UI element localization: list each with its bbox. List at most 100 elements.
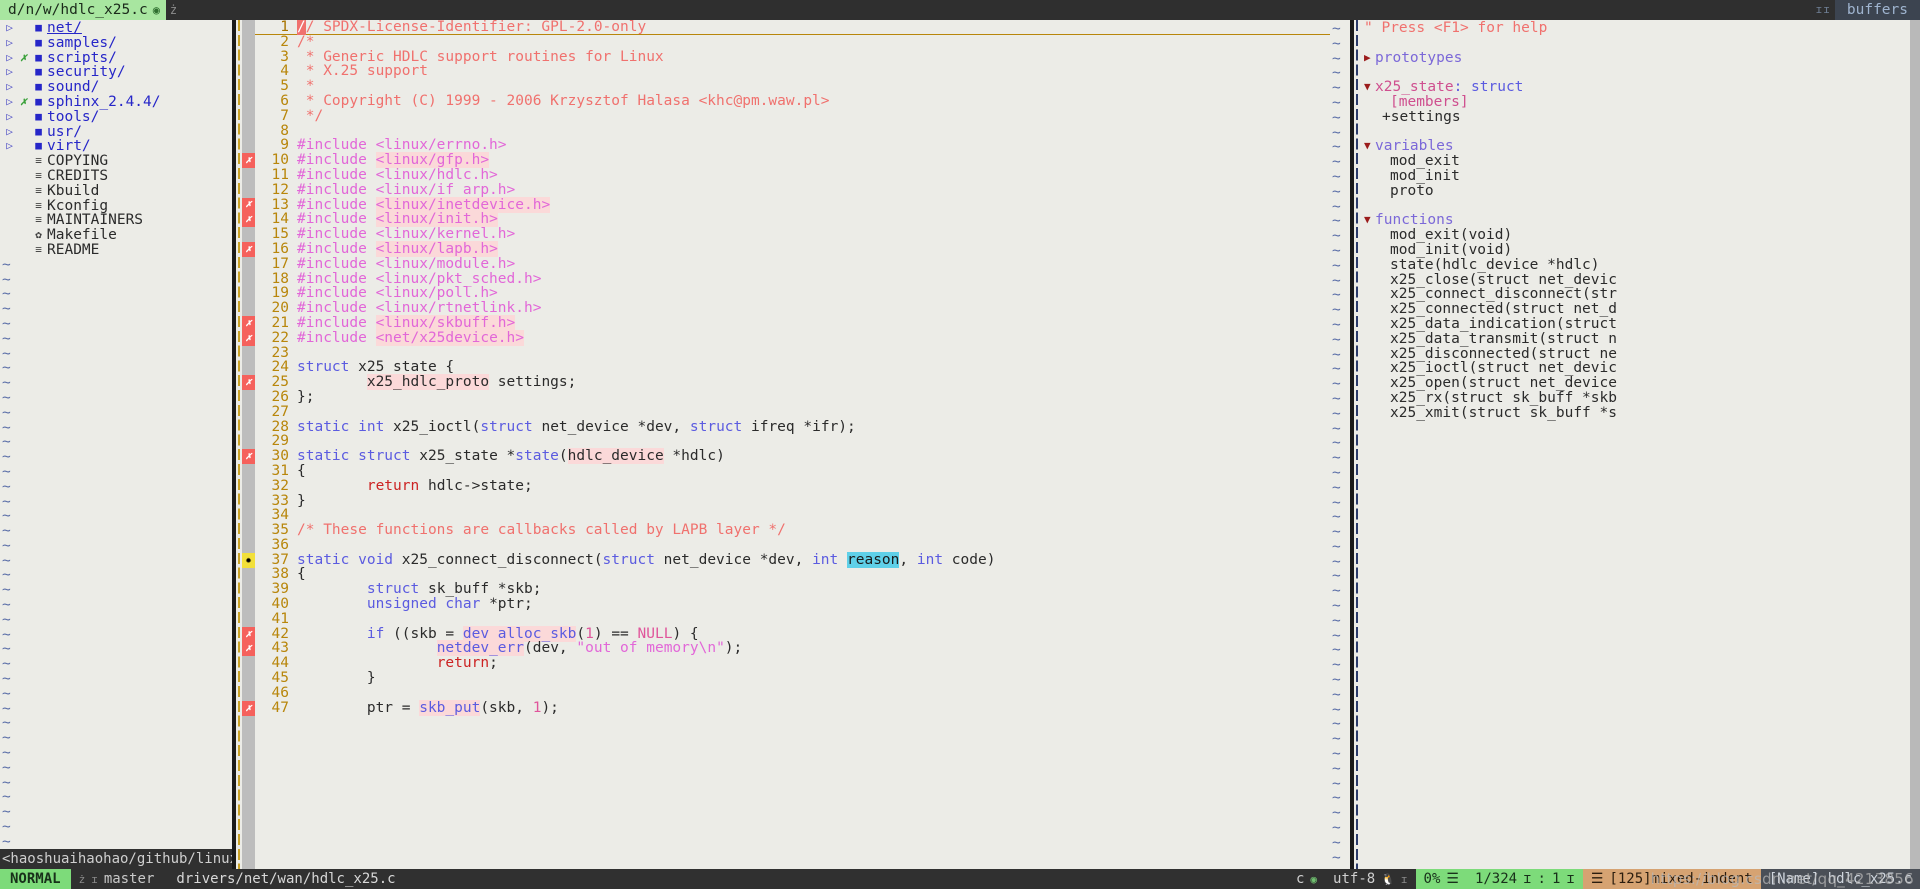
expand-arrow-icon[interactable]: ▷ bbox=[2, 51, 17, 66]
tagbar-item[interactable]: mod_exit bbox=[1364, 154, 1920, 169]
code-line[interactable]: 29 bbox=[255, 434, 1330, 449]
code-line[interactable]: 5 * bbox=[255, 79, 1330, 94]
expand-arrow-icon[interactable]: ▷ bbox=[2, 65, 17, 80]
code-line[interactable]: 14 #include <linux/init.h> bbox=[255, 211, 1330, 228]
tagbar-item[interactable]: x25_data_transmit(struct n bbox=[1364, 331, 1920, 347]
code-line[interactable]: 44 return; bbox=[255, 656, 1330, 671]
tagbar-members-header[interactable]: [members] bbox=[1364, 95, 1920, 110]
tree-item-kconfig[interactable]: ≡ Kconfig bbox=[0, 198, 232, 214]
code-line[interactable]: 40 unsigned char *ptr; bbox=[255, 597, 1330, 612]
code-line[interactable]: 12 #include <linux/if_arp.h> bbox=[255, 182, 1330, 198]
tree-item-readme[interactable]: ≡ README bbox=[0, 243, 232, 258]
tagbar-group-functions[interactable]: ▼ functions bbox=[1364, 213, 1920, 228]
tagbar-item[interactable]: mod_init bbox=[1364, 169, 1920, 184]
tree-item-sphinx_244[interactable]: ▷ ✗ ■ sphinx_2.4.4/ bbox=[0, 95, 232, 110]
expand-arrow-icon[interactable]: ▷ bbox=[2, 110, 17, 125]
nerdtree-panel[interactable]: ▷ ■ net/▷ ■ samples/▷ ✗ ■ scripts/▷ ■ security/▷ ■… bbox=[0, 20, 232, 869]
code-line[interactable]: 47 ptr = skb_put(skb, 1); bbox=[255, 699, 1330, 716]
code-line[interactable]: 7 */ bbox=[255, 108, 1330, 124]
code-line[interactable]: 22 #include <net/x25device.h> bbox=[255, 329, 1330, 346]
code-line[interactable]: 30 static struct x25_state *state(hdlc_de… bbox=[255, 448, 1330, 465]
warning-segment[interactable]: ☰ [125]mixed-indent bbox=[1582, 869, 1761, 889]
error-sign-icon[interactable]: ✗ bbox=[242, 449, 255, 464]
code-line[interactable]: 28 static int x25_ioctl(struct net_device… bbox=[255, 419, 1330, 435]
code-line[interactable]: 11 #include <linux/hdlc.h> bbox=[255, 168, 1330, 183]
error-sign-icon[interactable]: ✗ bbox=[242, 153, 255, 168]
error-sign-icon[interactable]: ✗ bbox=[242, 700, 255, 716]
code-line[interactable]: 46 bbox=[255, 686, 1330, 701]
tree-item-samples[interactable]: ▷ ■ samples/ bbox=[0, 35, 232, 51]
tagbar-group-variables[interactable]: ▼ variables bbox=[1364, 139, 1920, 154]
code-line[interactable]: 21 #include <linux/skbuff.h> bbox=[255, 314, 1330, 331]
code-line[interactable]: 1 // SPDX-License-Identifier: GPL-2.0-onl… bbox=[255, 20, 1330, 35]
code-line[interactable]: 4 * X.25 support bbox=[255, 64, 1330, 79]
tagbar-item[interactable]: x25_ioctl(struct net_devic bbox=[1364, 361, 1920, 376]
code-line[interactable]: 23 bbox=[255, 345, 1330, 361]
error-sign-icon[interactable]: ✗ bbox=[242, 641, 255, 657]
tagbar-scope-x25_state[interactable]: ▼ x25_state : struct bbox=[1364, 80, 1920, 95]
code-line[interactable]: 18 #include <linux/pkt_sched.h> bbox=[255, 271, 1330, 287]
code-line[interactable]: 10 #include <linux/gfp.h> bbox=[255, 152, 1330, 169]
error-sign-icon[interactable]: ✗ bbox=[242, 197, 255, 213]
code-line[interactable]: 20 #include <linux/rtnetlink.h> bbox=[255, 301, 1330, 316]
tree-item-credits[interactable]: ≡ CREDITS bbox=[0, 169, 232, 184]
code-line[interactable]: 33} bbox=[255, 493, 1330, 509]
tree-item-kbuild[interactable]: ≡ Kbuild bbox=[0, 183, 232, 199]
code-line[interactable]: 45 } bbox=[255, 671, 1330, 686]
tree-item-sound[interactable]: ▷ ■ sound/ bbox=[0, 80, 232, 95]
code-editor[interactable]: ✗ ✗ ✗ ✗ ✗ ✗ ✗ ✗ ✹ ✗ ✗ ✗ 1// SPDX-License-Identifier… bbox=[232, 20, 1330, 869]
tree-item-net[interactable]: ▷ ■ net/ bbox=[0, 21, 232, 36]
code-line[interactable]: 13 #include <linux/inetdevice.h> bbox=[255, 196, 1330, 213]
expand-arrow-icon[interactable]: ▷ bbox=[2, 36, 17, 51]
tagbar-item[interactable]: x25_close(struct net_devic bbox=[1364, 272, 1920, 288]
tab-hdlc-x25[interactable]: d/n/w/hdlc_x25.c ◉ bbox=[0, 0, 166, 20]
code-line[interactable]: 43 netdev_err(dev, "out of memory\n"); bbox=[255, 640, 1330, 657]
tagbar-group-prototypes[interactable]: ▶ prototypes bbox=[1364, 50, 1920, 66]
code-line[interactable]: 41 bbox=[255, 612, 1330, 627]
code-line[interactable]: 27 bbox=[255, 404, 1330, 420]
error-sign-icon[interactable]: ✗ bbox=[242, 242, 255, 257]
code-line[interactable]: 17 #include <linux/module.h> bbox=[255, 256, 1330, 272]
code-line[interactable]: 32 return hdlc->state; bbox=[255, 478, 1330, 494]
sign-column[interactable]: ✗ ✗ ✗ ✗ ✗ ✗ ✗ ✗ ✹ ✗ ✗ ✗ bbox=[242, 20, 255, 869]
fold-arrow-icon[interactable]: ▼ bbox=[1364, 213, 1375, 228]
error-sign-icon[interactable]: ✗ bbox=[242, 330, 255, 346]
code-line[interactable]: 39 struct sk_buff *skb; bbox=[255, 582, 1330, 597]
tree-item-copying[interactable]: ≡ COPYING bbox=[0, 154, 232, 169]
tagbar-item[interactable]: x25_disconnected(struct ne bbox=[1364, 346, 1920, 362]
code-line[interactable]: 25 x25_hdlc_proto settings; bbox=[255, 374, 1330, 391]
code-line[interactable]: 2 /* bbox=[255, 34, 1330, 50]
code-buffer[interactable]: 1 // SPDX-License-Identifier: GPL-2.0-onl… bbox=[255, 20, 1330, 869]
code-line[interactable]: 9 #include <linux/errno.h> bbox=[255, 138, 1330, 153]
error-sign-icon[interactable]: ✗ bbox=[242, 212, 255, 228]
tagbar-item[interactable]: x25_connect_disconnect(str bbox=[1364, 287, 1920, 302]
code-line[interactable]: 8 bbox=[255, 123, 1330, 139]
code-line[interactable]: 37 static void x25_connect_disconnect(str… bbox=[255, 551, 1330, 568]
tree-item-makefile[interactable]: ✿ Makefile bbox=[0, 228, 232, 243]
code-line[interactable]: 24 struct x25_state { bbox=[255, 360, 1330, 375]
code-line[interactable]: 3 * Generic HDLC support routines for Li… bbox=[255, 49, 1330, 65]
expand-arrow-icon[interactable]: ▷ bbox=[2, 139, 17, 154]
code-line[interactable]: 38 { bbox=[255, 567, 1330, 582]
tagbar-item[interactable]: x25_xmit(struct sk_buff *s bbox=[1364, 405, 1920, 421]
error-sign-icon[interactable]: ✗ bbox=[242, 316, 255, 331]
tagbar-item[interactable]: proto bbox=[1364, 183, 1920, 199]
tagbar-item[interactable]: x25_connected(struct net_d bbox=[1364, 302, 1920, 317]
tab-buffers-button[interactable]: buffers bbox=[1834, 0, 1920, 20]
tagbar-item[interactable]: x25_data_indication(struct bbox=[1364, 317, 1920, 332]
code-line[interactable]: 26}; bbox=[255, 390, 1330, 405]
tagbar-item[interactable]: +settings bbox=[1364, 109, 1920, 125]
code-line[interactable]: 19 #include <linux/poll.h> bbox=[255, 286, 1330, 301]
tree-item-security[interactable]: ▷ ■ security/ bbox=[0, 65, 232, 80]
expand-arrow-icon[interactable]: ▷ bbox=[2, 125, 17, 140]
expand-arrow-icon[interactable]: ▷ bbox=[2, 21, 17, 36]
fold-arrow-icon[interactable]: ▶ bbox=[1364, 51, 1375, 66]
tree-item-usr[interactable]: ▷ ■ usr/ bbox=[0, 124, 232, 140]
code-line[interactable]: 34 bbox=[255, 508, 1330, 523]
code-line[interactable]: 36 bbox=[255, 538, 1330, 553]
error-sign-icon[interactable]: ✗ bbox=[242, 375, 255, 390]
tagbar-item[interactable]: state(hdlc_device *hdlc) bbox=[1364, 257, 1920, 273]
code-line[interactable]: 31 { bbox=[255, 464, 1330, 479]
tree-item-scripts[interactable]: ▷ ✗ ■ scripts/ bbox=[0, 50, 232, 66]
tagbar-item[interactable]: mod_exit(void) bbox=[1364, 228, 1920, 243]
